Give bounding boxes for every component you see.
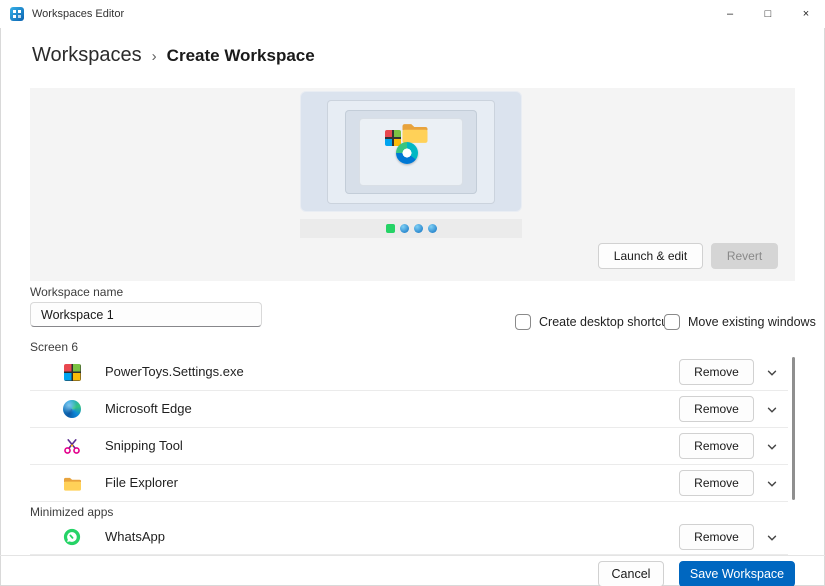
taskbar-app-mini-icon (414, 224, 423, 233)
minimize-button[interactable]: – (711, 0, 749, 28)
remove-button[interactable]: Remove (679, 433, 754, 459)
breadcrumb: Workspaces › Create Workspace (32, 44, 315, 67)
remove-button[interactable]: Remove (679, 359, 754, 385)
workspaces-app-icon (10, 7, 24, 21)
window-title: Workspaces Editor (32, 8, 124, 20)
breadcrumb-workspaces[interactable]: Workspaces (32, 44, 142, 67)
media-mini-icon (396, 142, 418, 164)
taskbar-whatsapp-mini-icon (386, 224, 395, 233)
create-shortcut-checkbox[interactable] (515, 314, 531, 330)
titlebar: Workspaces Editor – □ × (0, 0, 825, 28)
file-explorer-icon (62, 473, 82, 493)
app-row-snipping-tool: Snipping Tool Remove (30, 428, 788, 465)
taskbar-app-mini-icon (400, 224, 409, 233)
app-name: File Explorer (105, 465, 178, 501)
scrollbar[interactable] (792, 357, 795, 500)
footer-divider (0, 555, 825, 556)
chevron-down-icon[interactable] (762, 400, 782, 420)
powertoys-settings-mini-icon (385, 130, 401, 146)
revert-button[interactable]: Revert (711, 243, 778, 269)
breadcrumb-separator-icon: › (152, 48, 157, 65)
section-label-minimized-apps: Minimized apps (30, 505, 113, 519)
app-name: PowerToys.Settings.exe (105, 354, 244, 390)
workspaces-editor-window: Workspaces Editor – □ × Workspaces › Cre… (0, 0, 825, 586)
save-workspace-button[interactable]: Save Workspace (679, 561, 795, 586)
section-label-screen-6: Screen 6 (30, 340, 78, 354)
window-controls: – □ × (711, 0, 825, 28)
chevron-down-icon[interactable] (762, 363, 782, 383)
move-windows-checkbox[interactable] (664, 314, 680, 330)
create-shortcut-option[interactable]: Create desktop shortcut (515, 312, 672, 332)
whatsapp-icon (62, 527, 82, 547)
create-shortcut-label: Create desktop shortcut (539, 315, 672, 329)
app-name: Snipping Tool (105, 428, 183, 464)
page-title: Create Workspace (167, 46, 315, 66)
monitor-preview (300, 91, 522, 212)
remove-button[interactable]: Remove (679, 396, 754, 422)
close-button[interactable]: × (787, 0, 825, 28)
taskbar-preview (300, 219, 522, 238)
workspace-name-label: Workspace name (30, 285, 123, 299)
app-name: WhatsApp (105, 519, 165, 555)
chevron-down-icon[interactable] (762, 528, 782, 548)
snipping-tool-icon (62, 436, 82, 456)
launch-edit-button[interactable]: Launch & edit (598, 243, 703, 269)
move-windows-option[interactable]: Move existing windows (664, 312, 816, 332)
edge-icon (62, 399, 82, 419)
taskbar-app-mini-icon (428, 224, 437, 233)
remove-button[interactable]: Remove (679, 524, 754, 550)
app-row-file-explorer: File Explorer Remove (30, 465, 788, 502)
chevron-down-icon[interactable] (762, 437, 782, 457)
powertoys-settings-icon (62, 362, 82, 382)
cancel-button[interactable]: Cancel (598, 561, 664, 586)
app-name: Microsoft Edge (105, 391, 192, 427)
app-row-microsoft-edge: Microsoft Edge Remove (30, 391, 788, 428)
move-windows-label: Move existing windows (688, 315, 816, 329)
chevron-down-icon[interactable] (762, 474, 782, 494)
workspace-name-input[interactable] (30, 302, 262, 327)
app-row-whatsapp: WhatsApp Remove (30, 519, 788, 555)
maximize-button[interactable]: □ (749, 0, 787, 28)
remove-button[interactable]: Remove (679, 470, 754, 496)
app-row-powertoys-settings: PowerToys.Settings.exe Remove (30, 354, 788, 391)
